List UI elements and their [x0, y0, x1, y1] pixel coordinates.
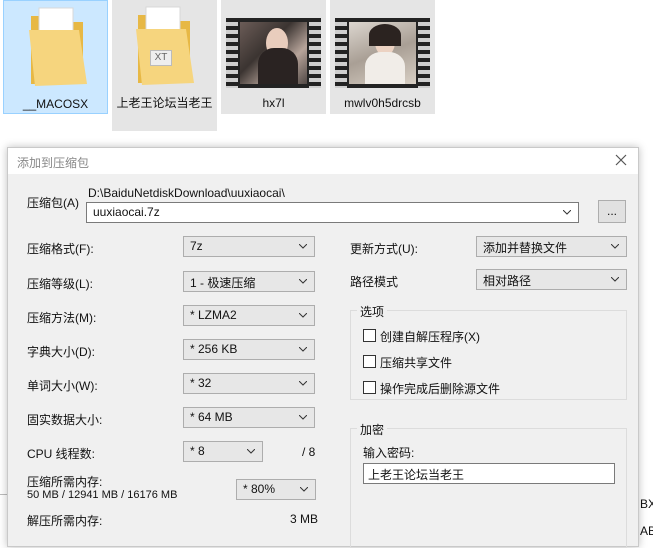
mem-decompress-label: 解压所需内存:: [27, 514, 103, 528]
dict-select[interactable]: * 256 KB: [183, 339, 315, 360]
chevron-down-icon: [300, 487, 308, 492]
file-label: hx7l: [262, 96, 285, 110]
cpu-label: CPU 线程数:: [27, 447, 96, 461]
chevron-down-icon: [299, 313, 307, 318]
file-label: __MACOSX: [22, 97, 89, 111]
browse-button[interactable]: ...: [598, 200, 626, 223]
dialog-titlebar: 添加到压缩包: [8, 148, 638, 174]
file-item-hx7l[interactable]: hx7l: [221, 0, 326, 114]
sfx-label: 创建自解压程序(X): [380, 330, 480, 344]
delete-after-label: 操作完成后删除源文件: [380, 382, 501, 396]
archive-name: uuxiaocai.7z: [93, 205, 160, 219]
chevron-down-icon: [247, 449, 255, 454]
chevron-down-icon: [299, 347, 307, 352]
options-title: 选项: [357, 303, 388, 320]
chevron-down-icon: [299, 279, 307, 284]
file-item-macosx[interactable]: __MACOSX: [3, 0, 108, 114]
password-input[interactable]: 上老王论坛当老王: [363, 463, 615, 484]
archive-name-combo[interactable]: uuxiaocai.7z: [86, 202, 579, 223]
level-label: 压缩等级(L):: [27, 277, 94, 291]
shared-files-label: 压缩共享文件: [380, 356, 453, 370]
options-group: 选项 创建自解压程序(X) 压缩共享文件 操作完成后删除源文件: [350, 303, 627, 400]
format-label: 压缩格式(F):: [27, 242, 94, 256]
password-label: 输入密码:: [363, 446, 415, 460]
cpu-total: / 8: [302, 445, 316, 459]
chevron-down-icon: [299, 381, 307, 386]
sfx-checkbox[interactable]: [363, 329, 376, 342]
folder-icon: [29, 7, 87, 86]
file-item-mwlv0h5drcsb[interactable]: mwlv0h5drcsb: [330, 0, 435, 114]
add-to-archive-dialog: 添加到压缩包 压缩包(A) D:\BaiduNetdiskDownload\uu…: [7, 147, 639, 548]
level-select[interactable]: 1 - 极速压缩: [183, 271, 315, 292]
chevron-down-icon: [611, 277, 619, 282]
encryption-title: 加密: [357, 421, 388, 438]
shared-files-checkbox[interactable]: [363, 355, 376, 368]
word-label: 单词大小(W):: [27, 379, 98, 393]
mem-compress-label: 压缩所需内存:: [27, 475, 103, 489]
pathmode-label: 路径模式: [350, 275, 399, 289]
chevron-down-icon: [299, 244, 307, 249]
file-label: mwlv0h5drcsb: [344, 96, 421, 110]
close-icon[interactable]: [610, 150, 632, 170]
archive-path: D:\BaiduNetdiskDownload\uuxiaocai\: [88, 186, 285, 200]
update-label: 更新方式(U):: [350, 242, 418, 256]
folder-icon: [136, 6, 194, 85]
update-select[interactable]: 添加并替换文件: [476, 236, 627, 257]
solid-select[interactable]: * 64 MB: [183, 407, 315, 428]
chevron-down-icon: [299, 415, 307, 420]
file-item-folder-txt[interactable]: XT 上老王论坛当老王: [112, 0, 217, 131]
delete-after-checkbox[interactable]: [363, 381, 376, 394]
word-select[interactable]: * 32: [183, 373, 315, 394]
txt-badge: XT: [150, 50, 172, 66]
mem-decompress-value: 3 MB: [290, 512, 319, 526]
video-file-icon: [226, 18, 321, 88]
mem-compress-detail: 50 MB / 12941 MB / 16176 MB: [27, 489, 178, 501]
video-file-icon: [335, 18, 430, 88]
dialog-title: 添加到压缩包: [17, 156, 90, 170]
file-label: 上老王论坛当老王: [116, 96, 213, 110]
mem-compress-select[interactable]: * 80%: [236, 479, 316, 500]
method-select[interactable]: * LZMA2: [183, 305, 315, 326]
chevron-down-icon: [563, 210, 571, 215]
method-label: 压缩方法(M):: [27, 311, 97, 325]
pathmode-select[interactable]: 相对路径: [476, 269, 627, 290]
background-divider: [0, 494, 7, 495]
solid-label: 固实数据大小:: [27, 413, 103, 427]
chevron-down-icon: [611, 244, 619, 249]
background-text: BX: [640, 497, 653, 511]
archive-label: 压缩包(A): [27, 196, 79, 210]
cpu-select[interactable]: * 8: [183, 441, 263, 462]
encryption-group: 加密 输入密码: 上老王论坛当老王: [350, 421, 627, 548]
format-select[interactable]: 7z: [183, 236, 315, 257]
background-text: AB: [640, 524, 653, 538]
dict-label: 字典大小(D):: [27, 345, 95, 359]
